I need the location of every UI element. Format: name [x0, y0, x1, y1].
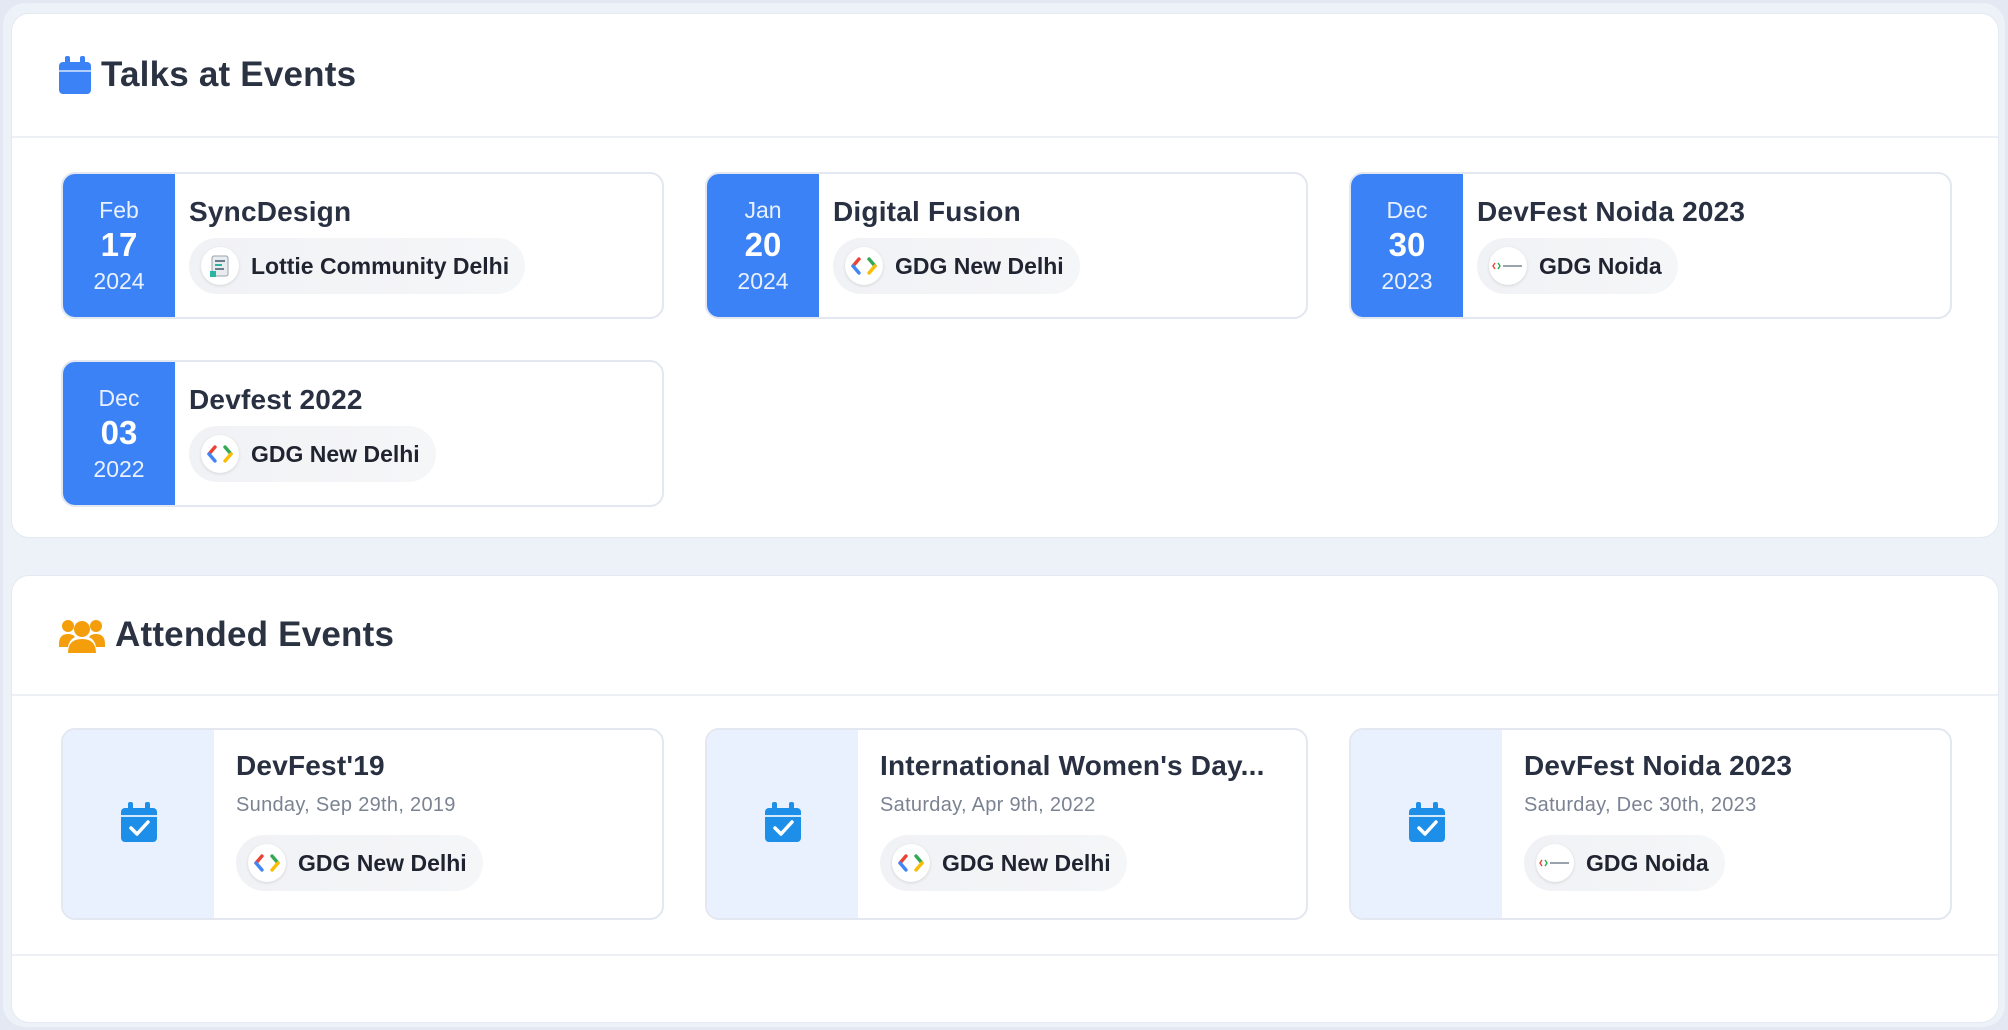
calendar-check-icon: [1408, 801, 1445, 847]
date-day: 20: [744, 225, 782, 263]
attended-date: Saturday, Dec 30th, 2023: [1524, 794, 1757, 816]
date-month: Feb: [99, 196, 139, 223]
users-icon: [59, 617, 105, 653]
date-year: 2024: [737, 267, 789, 294]
attended-card[interactable]: International Women's Day... Saturday, A…: [705, 728, 1308, 920]
attended-title: Attended Events: [115, 615, 395, 654]
gdg-logo-icon: [201, 435, 239, 473]
talk-title: Devfest 2022: [189, 384, 363, 415]
attended-card[interactable]: DevFest'19 Sunday, Sep 29th, 2019 GDG Ne…: [61, 728, 664, 920]
gdg-logo-icon: [892, 844, 930, 882]
talks-section: Talks at Events Feb 17 2024 SyncDesign L…: [11, 13, 1999, 538]
talk-title: DevFest Noida 2023: [1477, 196, 1746, 227]
community-chip[interactable]: GDG New Delhi: [880, 835, 1127, 891]
community-name: GDG Noida: [1539, 252, 1662, 279]
attended-date: Saturday, Apr 9th, 2022: [880, 794, 1096, 816]
date-day: 17: [100, 225, 138, 263]
calendar-check-icon: [764, 801, 801, 847]
attended-title: DevFest Noida 2023: [1524, 750, 1793, 781]
community-chip[interactable]: GDG New Delhi: [189, 426, 436, 482]
talks-header: Talks at Events: [12, 14, 1998, 138]
date-year: 2023: [1381, 267, 1433, 294]
community-name: GDG New Delhi: [895, 252, 1064, 279]
date-badge: Feb 17 2024: [63, 174, 175, 317]
community-name: GDG Noida: [1586, 849, 1709, 876]
talk-title: Digital Fusion: [833, 196, 1021, 227]
talk-card[interactable]: Feb 17 2024 SyncDesign Lottie Community …: [61, 172, 664, 319]
gdg-noida-logo-icon: [1536, 844, 1574, 882]
attended-title: International Women's Day...: [880, 750, 1265, 781]
attended-date: Sunday, Sep 29th, 2019: [236, 794, 456, 816]
community-chip[interactable]: GDG Noida: [1524, 835, 1725, 891]
talk-card[interactable]: Dec 03 2022 Devfest 2022 GDG New Delhi: [61, 360, 664, 507]
date-badge: Dec 30 2023: [1351, 174, 1463, 317]
date-badge: Dec 03 2022: [63, 362, 175, 505]
calendar-check-icon: [120, 801, 157, 847]
attended-title: DevFest'19: [236, 750, 385, 781]
date-year: 2024: [93, 267, 145, 294]
date-month: Dec: [98, 384, 140, 411]
gdg-noida-logo-icon: [1489, 247, 1527, 285]
community-chip[interactable]: GDG Noida: [1477, 238, 1678, 294]
attended-side: [1351, 730, 1502, 918]
talk-title: SyncDesign: [189, 196, 352, 227]
section-divider: [12, 954, 1998, 956]
gdg-logo-icon: [248, 844, 286, 882]
talks-title: Talks at Events: [101, 55, 357, 94]
community-name: Lottie Community Delhi: [251, 252, 510, 279]
page-frame: Talks at Events Feb 17 2024 SyncDesign L…: [3, 3, 2005, 1027]
community-name: GDG New Delhi: [251, 440, 420, 467]
date-month: Dec: [1386, 196, 1428, 223]
community-chip[interactable]: GDG New Delhi: [236, 835, 483, 891]
talk-card[interactable]: Dec 30 2023 DevFest Noida 2023 GDG Noida: [1349, 172, 1952, 319]
date-badge: Jan 20 2024: [707, 174, 819, 317]
date-year: 2022: [93, 455, 145, 482]
community-chip[interactable]: Lottie Community Delhi: [189, 238, 526, 294]
attended-card[interactable]: DevFest Noida 2023 Saturday, Dec 30th, 2…: [1349, 728, 1952, 920]
lottie-community-logo-icon: [201, 247, 239, 285]
date-month: Jan: [744, 196, 782, 223]
attended-side: [707, 730, 858, 918]
talk-card[interactable]: Jan 20 2024 Digital Fusion GDG New Delhi: [705, 172, 1308, 319]
community-name: GDG New Delhi: [298, 849, 467, 876]
community-name: GDG New Delhi: [942, 849, 1111, 876]
date-day: 30: [1388, 225, 1426, 263]
attended-side: [63, 730, 214, 918]
attended-header: Attended Events: [12, 576, 1998, 696]
date-day: 03: [100, 413, 138, 451]
attended-section: Attended Events DevFest'19 Sunday, Sep 2…: [11, 575, 1999, 1023]
gdg-logo-icon: [845, 247, 883, 285]
calendar-icon: [59, 56, 91, 94]
community-chip[interactable]: GDG New Delhi: [833, 238, 1080, 294]
